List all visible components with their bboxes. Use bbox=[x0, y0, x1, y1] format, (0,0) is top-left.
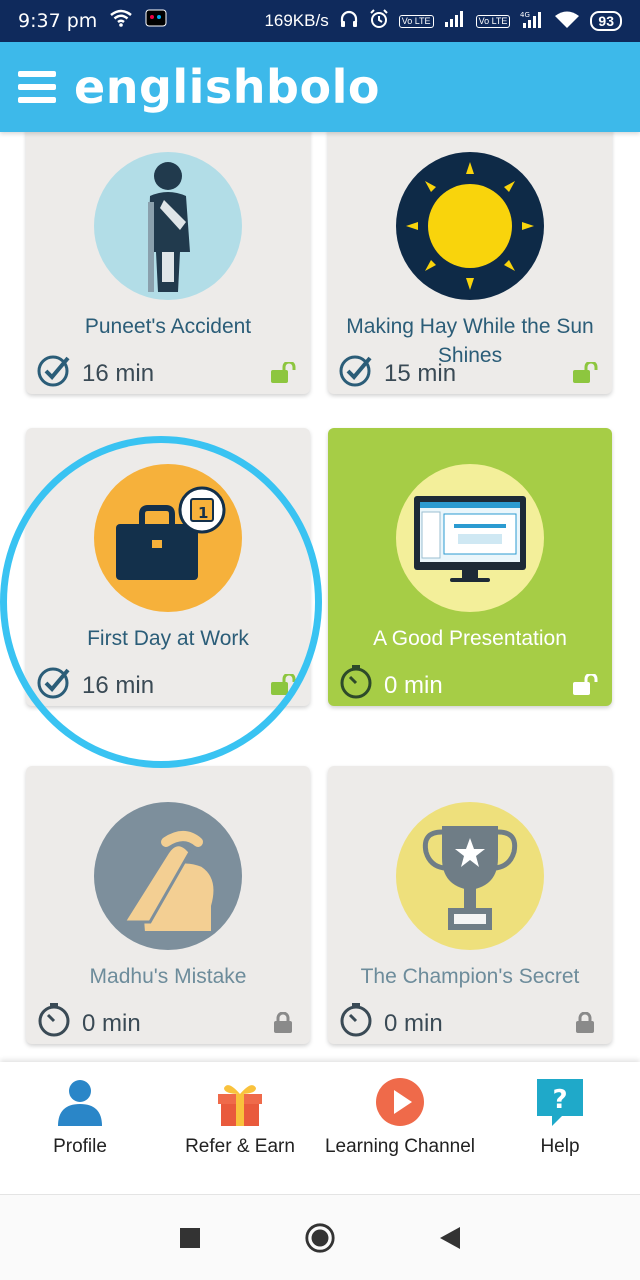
help-icon: ? bbox=[534, 1076, 586, 1128]
headphones-icon bbox=[339, 9, 359, 34]
menu-icon[interactable] bbox=[18, 71, 56, 103]
play-icon bbox=[374, 1076, 426, 1128]
network-speed: 169KB/s bbox=[264, 11, 329, 30]
svg-text:1: 1 bbox=[198, 504, 208, 522]
story-card-puneets-accident[interactable]: Puneet's Accident 16 min bbox=[26, 132, 310, 394]
app-bar: englishbolo bbox=[0, 42, 640, 132]
card-duration: 0 min bbox=[82, 1009, 141, 1037]
signal-4g-icon: 4G bbox=[520, 10, 544, 33]
card-duration-row: 15 min bbox=[338, 352, 456, 395]
status-time: 9:37 pm bbox=[18, 10, 98, 32]
nav-label: Learning Channel bbox=[324, 1136, 475, 1157]
card-duration-row: 16 min bbox=[36, 352, 154, 395]
nav-profile[interactable]: Profile bbox=[0, 1062, 160, 1194]
volte-badge-1: Vo LTE bbox=[398, 14, 434, 28]
timer-check-icon bbox=[338, 352, 374, 395]
card-title: The Champion's Secret bbox=[360, 965, 580, 988]
nav-label: Refer & Earn bbox=[185, 1136, 295, 1157]
card-duration-row: 0 min bbox=[338, 664, 443, 707]
briefcase-icon: 1 bbox=[94, 464, 242, 612]
profile-icon bbox=[54, 1076, 106, 1128]
story-card-champions-secret[interactable]: The Champion's Secret 0 min bbox=[328, 766, 612, 1044]
card-duration-row: 0 min bbox=[36, 1002, 141, 1045]
card-duration: 0 min bbox=[384, 1009, 443, 1037]
card-duration: 16 min bbox=[82, 359, 155, 387]
trophy-icon bbox=[396, 802, 544, 950]
alarm-icon bbox=[369, 8, 389, 34]
card-duration: 16 min bbox=[82, 671, 155, 699]
gift-icon bbox=[214, 1076, 266, 1128]
recent-apps-button[interactable] bbox=[174, 1222, 206, 1254]
battery-level: 93 bbox=[590, 11, 622, 31]
wifi-icon bbox=[109, 9, 133, 33]
card-duration-row: 0 min bbox=[338, 1002, 443, 1045]
nav-refer-earn[interactable]: Refer & Earn bbox=[160, 1062, 320, 1194]
card-title: A Good Presentation bbox=[373, 627, 567, 650]
app-notification-icon bbox=[145, 8, 167, 34]
story-card-making-hay[interactable]: Making Hay While the Sun Shines 15 min bbox=[328, 132, 612, 394]
sun-icon bbox=[396, 152, 544, 300]
home-button[interactable] bbox=[304, 1222, 336, 1254]
timer-icon bbox=[36, 1002, 72, 1045]
lock-icon bbox=[270, 1011, 296, 1034]
signal-icon bbox=[444, 10, 466, 32]
unlock-icon bbox=[270, 360, 296, 384]
unlock-icon bbox=[572, 360, 598, 384]
system-nav-bar bbox=[0, 1194, 640, 1280]
story-grid[interactable]: Puneet's Accident 16 min Making Hay Whil… bbox=[0, 132, 640, 1062]
back-button[interactable] bbox=[434, 1222, 466, 1254]
timer-check-icon bbox=[36, 352, 72, 395]
unlock-icon bbox=[270, 672, 296, 696]
bottom-nav: Profile Refer & Earn Learning Channel ? … bbox=[0, 1062, 640, 1194]
story-card-first-day-at-work[interactable]: 1 First Day at Work 16 min bbox=[26, 428, 310, 706]
svg-text:?: ? bbox=[552, 1085, 567, 1115]
lock-icon bbox=[572, 1011, 598, 1034]
nav-label: Profile bbox=[53, 1136, 107, 1157]
card-duration: 0 min bbox=[384, 671, 443, 699]
crutch-person-icon bbox=[94, 152, 242, 300]
timer-icon bbox=[338, 664, 374, 707]
app-logo: englishbolo bbox=[74, 60, 380, 114]
card-title: Madhu's Mistake bbox=[89, 965, 247, 988]
monitor-icon bbox=[396, 464, 544, 612]
card-duration-row: 16 min bbox=[36, 664, 154, 707]
volte-badge-2: Vo LTE bbox=[475, 14, 511, 28]
facepalm-icon bbox=[94, 802, 242, 950]
card-title: Puneet's Accident bbox=[84, 315, 252, 338]
timer-icon bbox=[338, 1002, 374, 1045]
nav-help[interactable]: ? Help bbox=[480, 1062, 640, 1194]
svg-text:4G: 4G bbox=[520, 11, 530, 19]
status-bar: 9:37 pm 169KB/s Vo LTE Vo LTE 4G 93 bbox=[0, 0, 640, 42]
story-card-madhus-mistake[interactable]: Madhu's Mistake 0 min bbox=[26, 766, 310, 1044]
card-title: First Day at Work bbox=[87, 627, 249, 650]
story-card-a-good-presentation[interactable]: A Good Presentation 0 min bbox=[328, 428, 612, 706]
wifi-strength-icon bbox=[554, 10, 580, 33]
unlock-icon bbox=[572, 672, 598, 696]
nav-learning-channel[interactable]: Learning Channel bbox=[320, 1062, 480, 1194]
timer-check-icon bbox=[36, 664, 72, 707]
card-duration: 15 min bbox=[384, 359, 457, 387]
nav-label: Help bbox=[540, 1136, 580, 1157]
